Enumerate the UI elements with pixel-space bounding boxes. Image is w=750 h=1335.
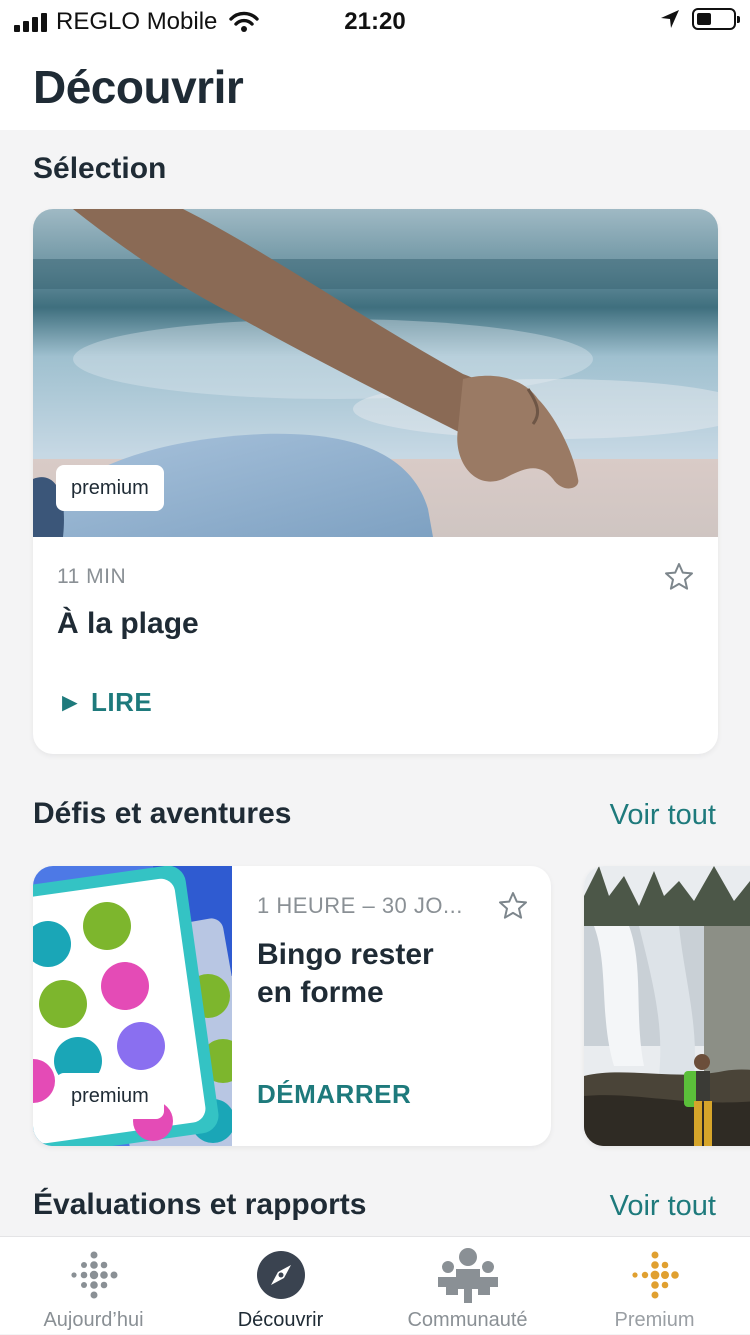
favorite-star-icon[interactable] [497,890,529,922]
tab-label: Communauté [407,1309,528,1331]
favorite-star-icon[interactable] [663,561,695,593]
location-arrow-icon [661,10,679,28]
start-button[interactable]: DÉMARRER [257,1079,411,1110]
waterfall-hiker-image [584,866,750,1146]
see-all-reports-link[interactable]: Voir tout [610,1190,716,1223]
see-all-challenges-link[interactable]: Voir tout [610,799,716,832]
card-title: À la plage [57,607,199,640]
tab-discover[interactable]: Découvrir [187,1237,374,1335]
premium-badge: premium [56,465,164,511]
fitbit-dots-icon [70,1251,117,1299]
premium-dots-icon [631,1251,679,1299]
section-title-challenges: Défis et aventures [33,797,292,830]
premium-badge: premium [56,1073,164,1119]
adventure-card[interactable] [584,866,750,1146]
challenge-duration: 1 HEURE – 30 JO... [257,893,463,918]
page-title: Découvrir [33,61,244,113]
tab-label: Premium [614,1309,695,1331]
tab-community[interactable]: Communauté [374,1237,561,1335]
featured-card[interactable]: premium 11 MIN À la plage ► LIRE [33,209,718,754]
tab-bar: Aujourd’hui Découvrir Communauté Premium [0,1236,750,1334]
status-bar: REGLO Mobile 21:20 [0,0,750,44]
card-duration: 11 MIN [57,565,127,588]
section-title-reports: Évaluations et rapports [33,1188,367,1221]
compass-icon [256,1251,305,1299]
page-header: Découvrir [0,44,750,130]
challenge-card[interactable]: premium 1 HEURE – 30 JO... Bingo rester … [33,866,551,1146]
battery-icon [692,8,740,30]
challenge-title-line1: Bingo rester [257,938,434,971]
challenge-title-line2: en forme [257,976,384,1009]
read-button[interactable]: ► LIRE [57,687,152,718]
clock: 21:20 [344,8,406,35]
community-icon [437,1248,498,1303]
tab-label: Aujourd’hui [43,1309,144,1331]
tab-premium[interactable]: Premium [561,1237,748,1335]
tab-label: Découvrir [237,1309,324,1331]
section-title-selection: Sélection [33,152,167,185]
tab-today[interactable]: Aujourd’hui [0,1237,187,1335]
